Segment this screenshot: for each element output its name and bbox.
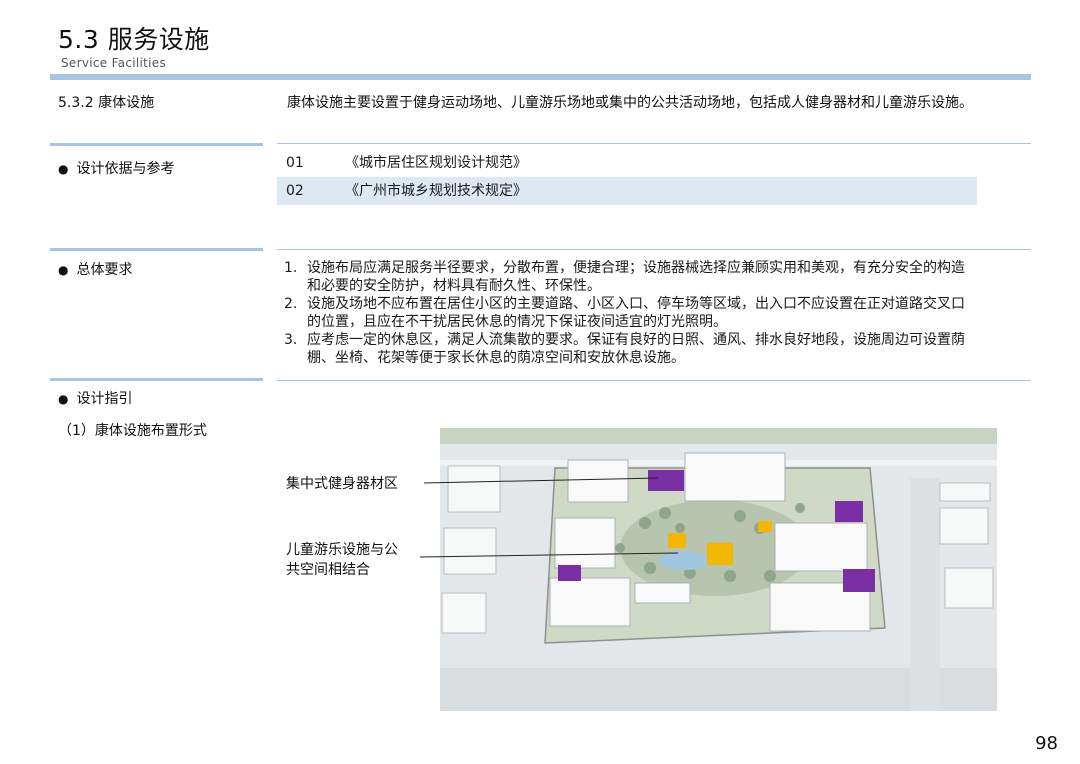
page-number: 98: [1035, 733, 1058, 754]
fitness-leader-line: [423, 477, 659, 484]
callout-leader-lines: [419, 477, 679, 558]
children-leader-line: [419, 552, 679, 558]
